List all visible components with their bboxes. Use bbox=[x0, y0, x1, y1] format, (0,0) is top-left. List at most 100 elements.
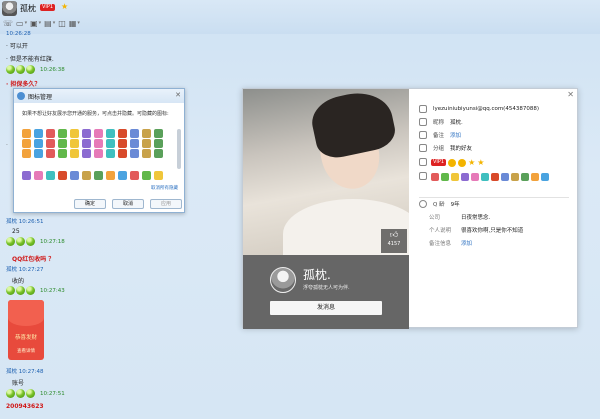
like-button[interactable]: 👍︎ 4157 bbox=[381, 229, 407, 253]
service-badge-icon[interactable] bbox=[70, 139, 79, 148]
contact-name[interactable]: 孤枕 bbox=[20, 3, 36, 14]
service-badge-icon[interactable] bbox=[34, 171, 43, 180]
service-badge-icon[interactable] bbox=[521, 173, 529, 181]
video-icon[interactable]: ▭ ▾ bbox=[16, 19, 27, 28]
profile-card: ✕ 👍︎ 4157 孤枕. 浮夸孤枕无人可为伴. 发消息 lyezuiniubi… bbox=[242, 88, 578, 329]
service-badge-icon[interactable] bbox=[130, 129, 139, 138]
unhide-all-link[interactable]: 取消所有隐藏 bbox=[151, 185, 178, 191]
remote-icon[interactable]: ◫ bbox=[58, 19, 66, 28]
apply-button[interactable]: 应用 bbox=[150, 199, 182, 209]
folder-icon[interactable]: ▤ ▾ bbox=[44, 19, 55, 28]
service-badge-icon[interactable] bbox=[58, 129, 67, 138]
red-envelope[interactable]: 恭喜发财 查看详情 bbox=[8, 300, 44, 360]
level-badges: VIP1 ★ ★ bbox=[431, 158, 484, 167]
envelope-link[interactable]: 查看详情 bbox=[8, 348, 44, 354]
service-badge-icon[interactable] bbox=[58, 171, 67, 180]
green-ball-icon bbox=[26, 65, 35, 74]
service-badge-icon[interactable] bbox=[82, 139, 91, 148]
service-badge-icon[interactable] bbox=[154, 129, 163, 138]
service-badge-icon[interactable] bbox=[94, 129, 103, 138]
service-badge-icon[interactable] bbox=[34, 139, 43, 148]
email-value: lyezuiniubiyunsi@qq.com(454387088) bbox=[433, 106, 539, 112]
service-badge-icon[interactable] bbox=[94, 139, 103, 148]
service-badge-icon[interactable] bbox=[46, 129, 55, 138]
emoji-message: 10:27:43 bbox=[6, 286, 65, 295]
service-badge-icon[interactable] bbox=[142, 149, 151, 158]
group-select[interactable]: 我的好友 bbox=[450, 144, 472, 152]
cancel-button[interactable]: 取消 bbox=[112, 199, 144, 209]
service-badge-icon[interactable] bbox=[118, 171, 127, 180]
service-badge-icon[interactable] bbox=[142, 171, 151, 180]
service-badge-icon[interactable] bbox=[541, 173, 549, 181]
age-value: 9年 bbox=[450, 202, 460, 208]
service-badge-icon[interactable] bbox=[106, 171, 115, 180]
service-badge-icon[interactable] bbox=[22, 139, 31, 148]
service-badge-icon[interactable] bbox=[118, 149, 127, 158]
bio-row: 个人说明 很喜欢你啊,只是你不知道 bbox=[429, 226, 523, 234]
phone-icon[interactable]: ☏ bbox=[3, 19, 13, 28]
service-badge-icon[interactable] bbox=[22, 149, 31, 158]
service-badge-icon[interactable] bbox=[154, 171, 163, 180]
service-badge-icon[interactable] bbox=[130, 149, 139, 158]
star-icon: ★ bbox=[61, 2, 69, 11]
contact-avatar[interactable] bbox=[2, 1, 17, 16]
message-dot: · bbox=[6, 142, 8, 149]
service-badge-icon[interactable] bbox=[82, 129, 91, 138]
dialog-description: 如果不想让好友展示您开通的服务，可点击并隐藏。可隐藏的图标: bbox=[22, 111, 169, 117]
folder-icon bbox=[419, 144, 427, 152]
app-icon[interactable]: ▦ ▾ bbox=[69, 19, 80, 28]
service-badge-icon[interactable] bbox=[70, 129, 79, 138]
service-badge-icon[interactable] bbox=[58, 149, 67, 158]
service-badge-icon[interactable] bbox=[58, 139, 67, 148]
service-badge-icon[interactable] bbox=[431, 173, 439, 181]
screen-share-icon[interactable]: ▣ ▾ bbox=[30, 19, 41, 28]
service-badge-icon[interactable] bbox=[106, 139, 115, 148]
service-badge-icon[interactable] bbox=[154, 149, 163, 158]
service-badge-icon[interactable] bbox=[106, 149, 115, 158]
green-ball-icon bbox=[16, 237, 25, 246]
service-badge-icon[interactable] bbox=[22, 129, 31, 138]
service-badge-icon[interactable] bbox=[70, 149, 79, 158]
service-badge-icon[interactable] bbox=[481, 173, 489, 181]
service-badge-icon[interactable] bbox=[82, 149, 91, 158]
service-badge-icon[interactable] bbox=[461, 173, 469, 181]
close-icon[interactable]: ✕ bbox=[175, 91, 181, 99]
service-badge-icon[interactable] bbox=[94, 149, 103, 158]
service-badge-icon[interactable] bbox=[46, 149, 55, 158]
service-badge-icon[interactable] bbox=[130, 171, 139, 180]
service-badge-icon[interactable] bbox=[130, 139, 139, 148]
divider bbox=[419, 197, 569, 198]
id-card-icon bbox=[419, 118, 427, 126]
service-badge-icon[interactable] bbox=[46, 139, 55, 148]
avatar[interactable] bbox=[270, 267, 296, 293]
service-badge-icon[interactable] bbox=[142, 139, 151, 148]
service-badge-icon[interactable] bbox=[531, 173, 539, 181]
service-badge-icon[interactable] bbox=[70, 171, 79, 180]
service-badge-icon[interactable] bbox=[34, 149, 43, 158]
message-time: 10:26:38 bbox=[40, 66, 65, 73]
service-badge-icon[interactable] bbox=[451, 173, 459, 181]
service-badge-icon[interactable] bbox=[34, 129, 43, 138]
service-badge-icon[interactable] bbox=[46, 171, 55, 180]
service-badge-icon[interactable] bbox=[82, 171, 91, 180]
scrollbar[interactable] bbox=[177, 129, 181, 169]
send-message-button[interactable]: 发消息 bbox=[270, 301, 382, 315]
add-memo-link[interactable]: 添加 bbox=[461, 239, 472, 247]
service-badge-icon[interactable] bbox=[471, 173, 479, 181]
service-badge-icon[interactable] bbox=[501, 173, 509, 181]
service-badge-icon[interactable] bbox=[118, 139, 127, 148]
service-badge-icon[interactable] bbox=[94, 171, 103, 180]
close-icon[interactable]: ✕ bbox=[567, 90, 574, 99]
profile-signature: 浮夸孤枕无人可为伴. bbox=[303, 285, 350, 291]
service-badge-icon[interactable] bbox=[441, 173, 449, 181]
service-badge-icon[interactable] bbox=[491, 173, 499, 181]
add-note-link[interactable]: 添加 bbox=[450, 131, 461, 139]
service-badge-icon[interactable] bbox=[511, 173, 519, 181]
service-badge-icon[interactable] bbox=[22, 171, 31, 180]
service-badge-icon[interactable] bbox=[154, 139, 163, 148]
ok-button[interactable]: 确定 bbox=[74, 199, 106, 209]
service-badge-icon[interactable] bbox=[118, 129, 127, 138]
service-badge-icon[interactable] bbox=[106, 129, 115, 138]
service-badge-icon[interactable] bbox=[142, 129, 151, 138]
chat-header: 孤枕 VIP1 ★ ☏ ▭ ▾ ▣ ▾ ▤ ▾ ◫ ▦ ▾ bbox=[0, 0, 600, 34]
